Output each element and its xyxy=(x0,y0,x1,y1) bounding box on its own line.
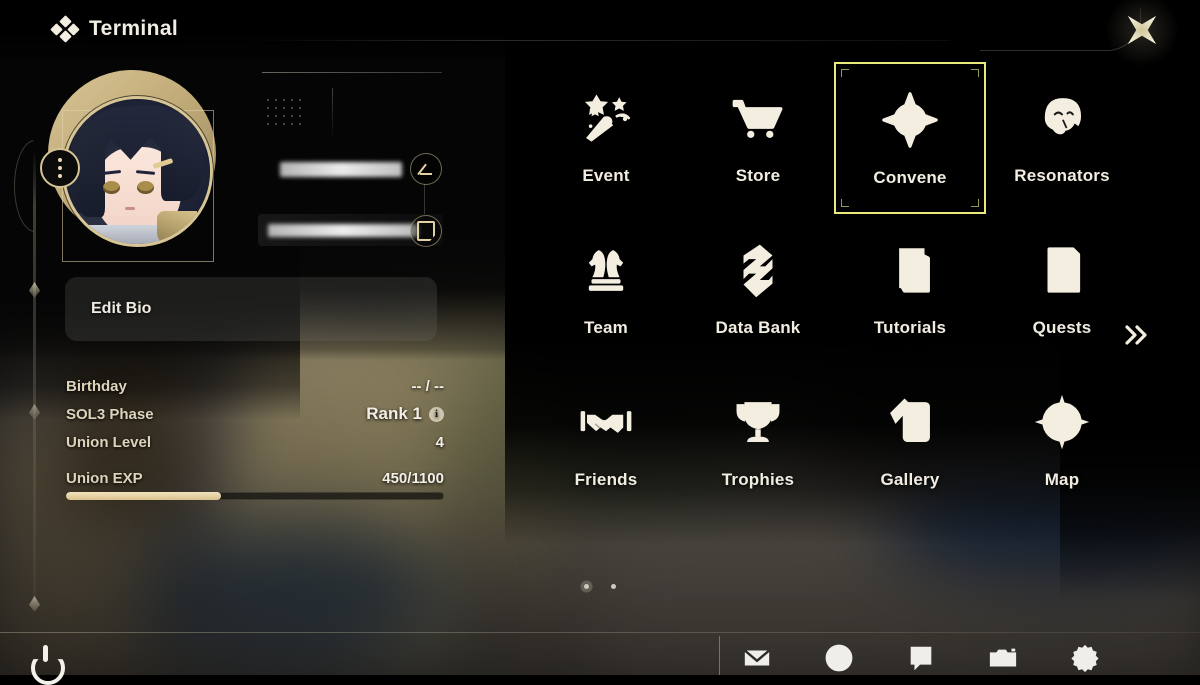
menu-tile-store[interactable]: Store xyxy=(682,62,834,214)
union-exp-progress-fill xyxy=(66,492,221,500)
menu-tile-label: Data Bank xyxy=(715,318,801,337)
character-head-icon xyxy=(1030,86,1094,150)
mail-icon[interactable] xyxy=(740,641,774,675)
checklist-page-icon xyxy=(1030,238,1094,302)
stat-value-text: Rank 1 xyxy=(366,404,422,423)
menu-row: Friends Trophies Gallery Map xyxy=(530,366,1140,518)
menu-tile-event[interactable]: Event xyxy=(530,62,682,214)
menu-row: Team Data Bank Tutorials Quests xyxy=(530,214,1140,366)
camera-icon[interactable] xyxy=(986,641,1020,675)
chat-icon[interactable] xyxy=(904,641,938,675)
shopping-cart-icon xyxy=(726,86,790,150)
info-icon[interactable]: i xyxy=(429,406,444,422)
terminal-header: Terminal xyxy=(0,0,250,58)
more-options-dots-icon[interactable] xyxy=(40,148,80,188)
stat-label: Birthday xyxy=(66,377,127,395)
header-rule xyxy=(250,40,950,41)
menu-tile-label: Tutorials xyxy=(873,318,947,337)
stat-row-birthday: Birthday -- / -- xyxy=(66,372,444,400)
player-name-redacted xyxy=(280,161,402,177)
party-popper-icon xyxy=(574,86,638,150)
edit-bio-label: Edit Bio xyxy=(91,300,152,317)
page-dot-1[interactable] xyxy=(584,584,589,589)
menu-tile-team[interactable]: Team xyxy=(530,214,682,366)
clock-icon[interactable] xyxy=(822,641,856,675)
power-icon[interactable] xyxy=(28,645,65,685)
bottom-bar-rule xyxy=(0,632,1200,633)
settings-gear-icon[interactable] xyxy=(1068,641,1102,675)
menu-tile-label: Quests xyxy=(1032,318,1092,337)
copy-icon[interactable] xyxy=(410,215,442,247)
menu-tile-label: Gallery xyxy=(880,470,940,489)
menu-tile-label: Event xyxy=(582,166,630,185)
bottom-bar-divider xyxy=(719,636,720,675)
menu-tile-label: Resonators xyxy=(1014,166,1110,185)
four-diamond-logo-icon xyxy=(50,15,80,43)
vertical-decor-line xyxy=(332,88,333,140)
stat-label: SOL3 Phase xyxy=(66,405,154,423)
compass-icon xyxy=(1030,390,1094,454)
menu-tile-gallery[interactable]: Gallery xyxy=(834,366,986,518)
menu-tile-map[interactable]: Map xyxy=(986,366,1138,518)
menu-tile-label: Convene xyxy=(873,168,947,187)
edit-bio-button[interactable]: Edit Bio xyxy=(65,277,437,341)
menu-row: Event Store Convene Resonators xyxy=(530,62,1140,214)
stat-label: Union Level xyxy=(66,433,152,451)
menu-tile-trophies[interactable]: Trophies xyxy=(682,366,834,518)
menu-tile-label: Trophies xyxy=(721,470,795,489)
menu-tile-label: Map xyxy=(1044,470,1080,489)
stat-value-text: -- / -- xyxy=(411,377,444,395)
union-exp-value: 450/1100 xyxy=(382,470,444,487)
union-exp-progress-bar xyxy=(66,492,444,500)
dot-grid-decor xyxy=(264,96,304,130)
profile-stats: Birthday -- / -- SOL3 Phase Rank 1 i Uni… xyxy=(66,372,444,500)
chess-pieces-icon xyxy=(574,238,638,302)
question-pages-icon xyxy=(878,238,942,302)
uid-redacted xyxy=(268,223,418,237)
page-indicator xyxy=(0,584,1200,589)
menu-tile-label: Store xyxy=(735,166,781,185)
menu-tile-data-bank[interactable]: Data Bank xyxy=(682,214,834,366)
terminal-menu-grid: Event Store Convene Resonators Team Data… xyxy=(530,62,1140,518)
menu-tile-convene[interactable]: Convene xyxy=(834,62,986,214)
menu-tile-resonators[interactable]: Resonators xyxy=(986,62,1138,214)
menu-tile-quests[interactable]: Quests xyxy=(986,214,1138,366)
bottom-toolbar xyxy=(740,640,1180,675)
close-star-icon[interactable] xyxy=(1120,8,1164,52)
name-separator xyxy=(262,72,442,73)
handshake-icon xyxy=(574,390,638,454)
uid-connector-decor xyxy=(424,184,425,214)
stat-value: Rank 1 i xyxy=(366,404,444,424)
pencil-edit-icon[interactable] xyxy=(410,153,442,185)
layered-ribbon-icon xyxy=(726,238,790,302)
compass-star-icon xyxy=(878,88,942,152)
double-chevron-right-icon[interactable] xyxy=(1118,318,1152,352)
page-dot-2[interactable] xyxy=(611,584,616,589)
stat-value: -- / -- xyxy=(412,378,444,395)
stat-row-union-level: Union Level 4 xyxy=(66,428,444,456)
cards-icon xyxy=(878,390,942,454)
menu-tile-label: Team xyxy=(584,318,628,337)
avatar[interactable] xyxy=(62,96,213,247)
stat-value: 4 xyxy=(436,434,444,451)
union-exp-label: Union EXP xyxy=(66,470,143,487)
left-rail-decor xyxy=(33,150,36,610)
menu-tile-tutorials[interactable]: Tutorials xyxy=(834,214,986,366)
stat-value-text: 4 xyxy=(435,433,444,451)
stat-row-sol3-phase: SOL3 Phase Rank 1 i xyxy=(66,400,444,428)
trophy-icon xyxy=(726,390,790,454)
union-exp-block: Union EXP 450/1100 xyxy=(66,470,444,500)
menu-tile-friends[interactable]: Friends xyxy=(530,366,682,518)
menu-tile-label: Friends xyxy=(574,470,638,489)
